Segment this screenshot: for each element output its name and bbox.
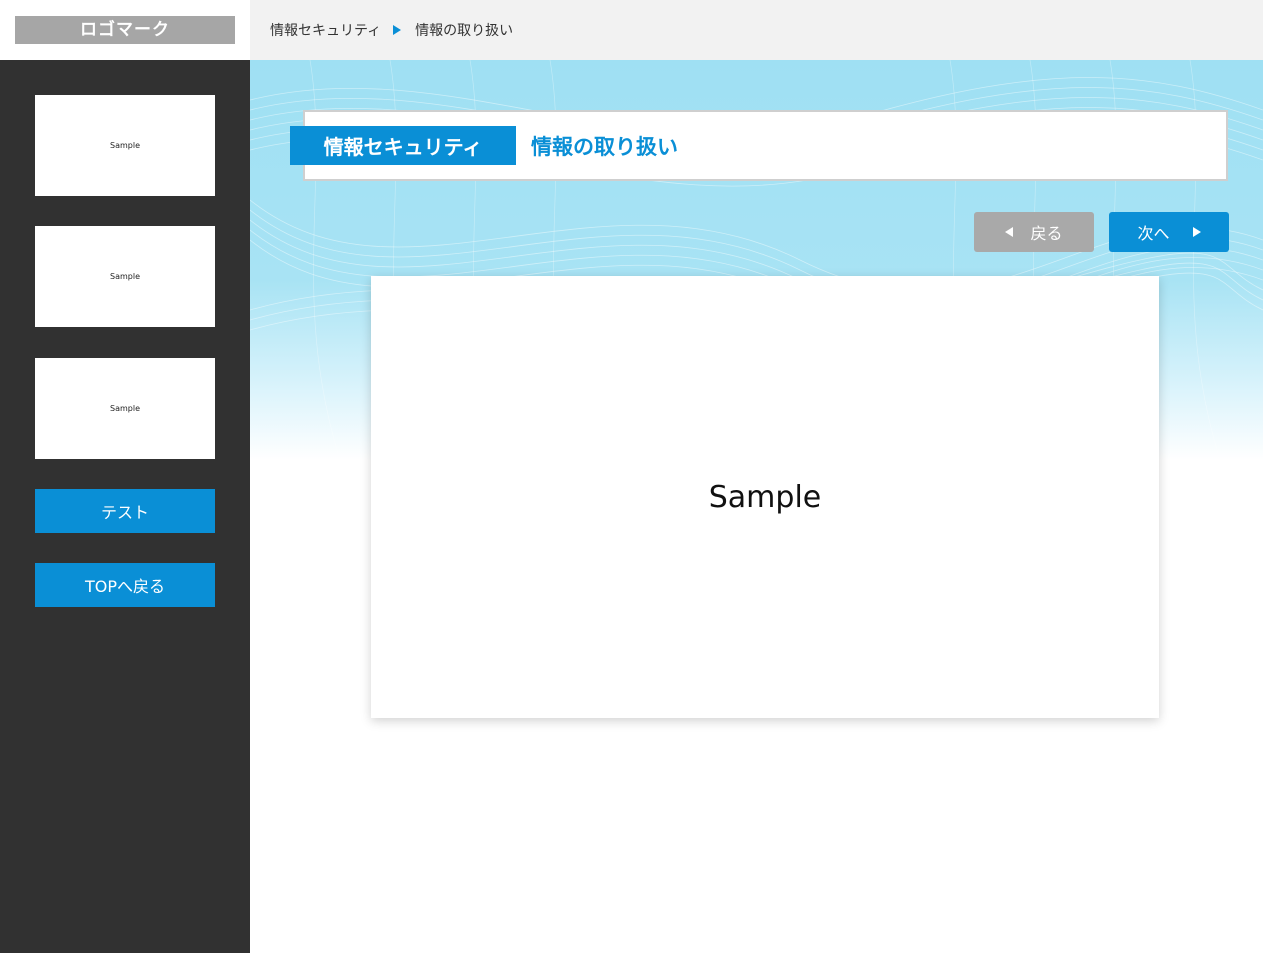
category-tag: 情報セキュリティ [290,126,516,165]
triangle-right-icon [1192,227,1201,237]
thumbnail-label: Sample [110,404,140,413]
slide-thumbnail-1[interactable]: Sample [35,95,215,196]
slide-label: Sample [708,479,822,515]
main-content: 情報セキュリティ 情報の取り扱い 戻る 次へ Sample [250,60,1263,953]
next-button[interactable]: 次へ [1109,212,1229,252]
slide-thumbnail-3[interactable]: Sample [35,358,215,459]
back-to-top-button[interactable]: TOPへ戻る [35,563,215,607]
thumbnail-label: Sample [110,141,140,150]
back-button-label: 戻る [1030,224,1063,243]
next-button-label: 次へ [1137,224,1170,243]
breadcrumb-arrow-icon [393,25,402,35]
app-root: ロゴマーク 情報セキュリティ 情報の取り扱い Sample Sample Sam… [0,0,1263,953]
test-button[interactable]: テスト [35,489,215,533]
breadcrumb-item-current: 情報の取り扱い [415,23,514,39]
breadcrumb-item-category[interactable]: 情報セキュリティ [270,20,381,40]
lesson-title: 情報の取り扱い [531,134,678,159]
slide-viewer: Sample [371,276,1159,718]
triangle-left-icon [1005,227,1014,237]
breadcrumb: 情報セキュリティ 情報の取り扱い [270,0,513,60]
header-bar: ロゴマーク 情報セキュリティ 情報の取り扱い [0,0,1263,60]
logo-area: ロゴマーク [0,0,250,60]
sidebar: Sample Sample Sample テスト TOPへ戻る [0,60,250,953]
slide-thumbnail-2[interactable]: Sample [35,226,215,327]
back-button[interactable]: 戻る [974,212,1094,252]
logo-mark[interactable]: ロゴマーク [15,16,235,44]
thumbnail-label: Sample [110,272,140,281]
